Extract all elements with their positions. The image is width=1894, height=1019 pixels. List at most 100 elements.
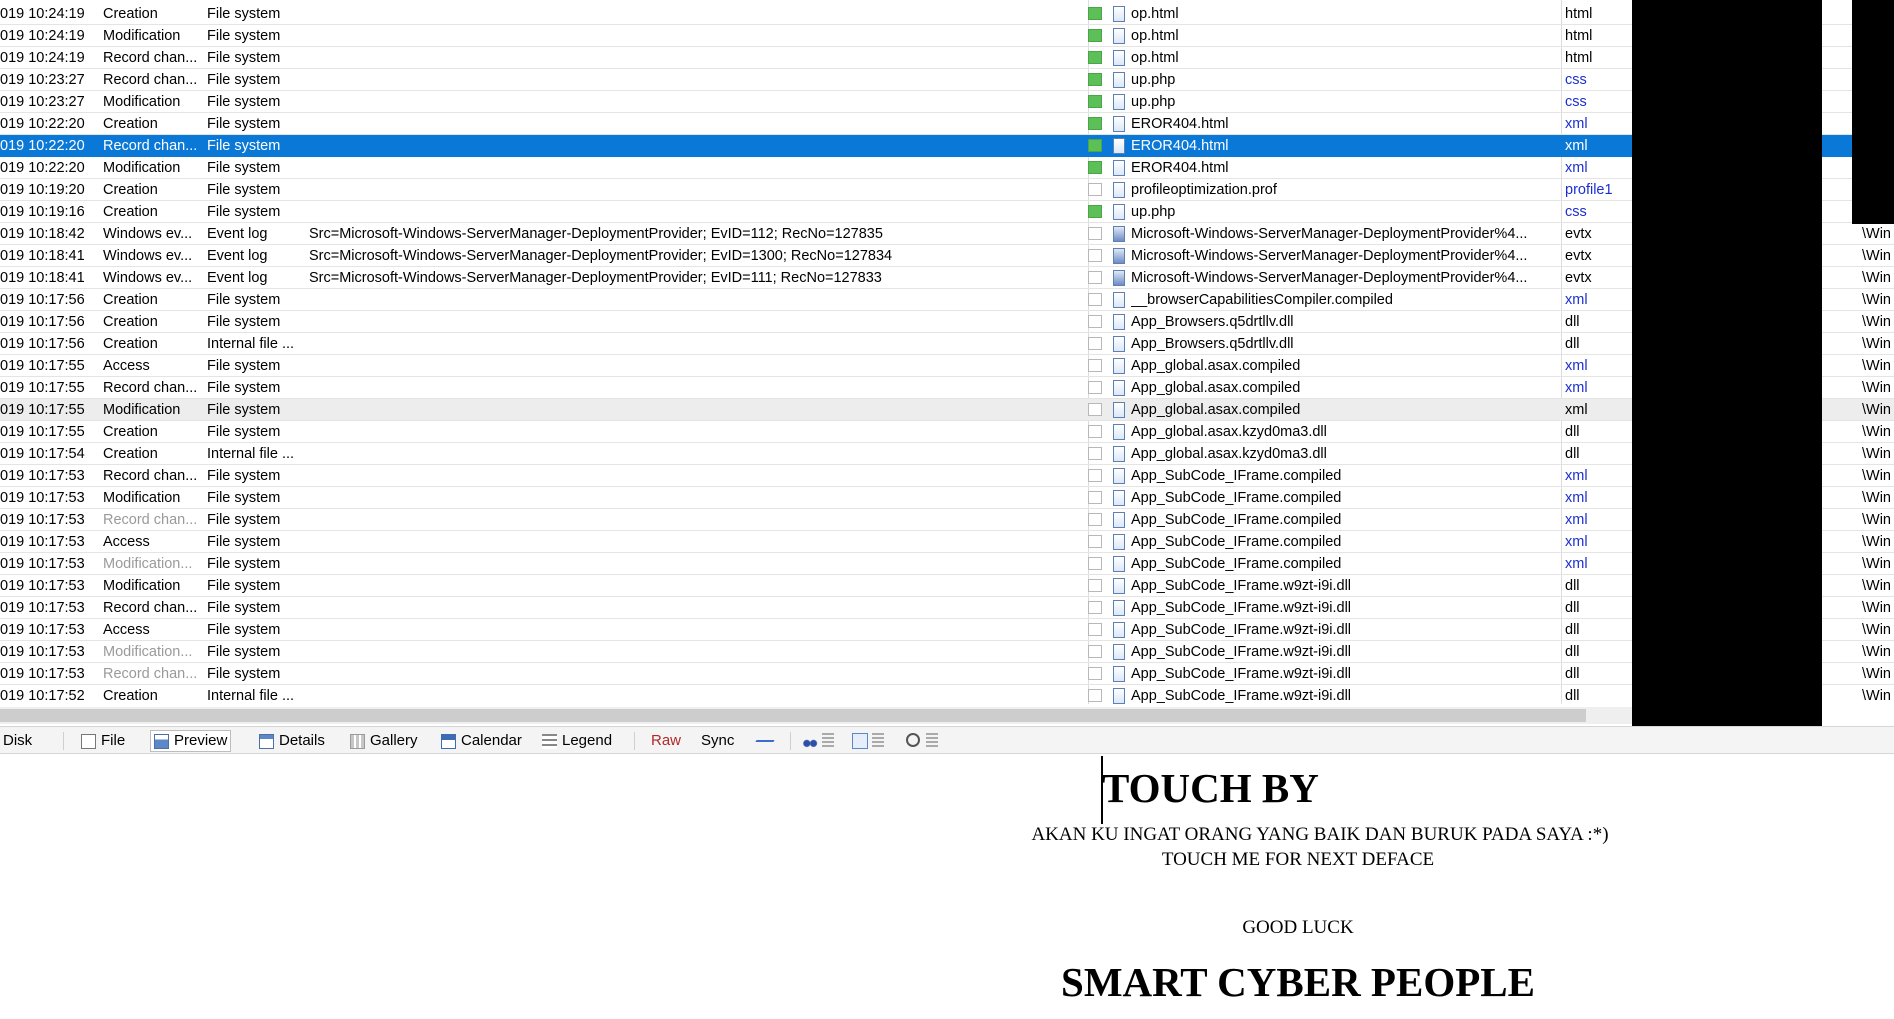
row-checkbox[interactable] bbox=[1088, 315, 1102, 328]
table-row[interactable]: 019 10:17:53 Modification File system App_S… bbox=[0, 487, 1894, 509]
sync-toggle[interactable]: Sync bbox=[698, 730, 737, 752]
table-row[interactable]: 019 10:22:20 Modification File system EROR4… bbox=[0, 157, 1894, 179]
list-options-icon[interactable] bbox=[872, 733, 884, 749]
table-row[interactable]: 019 10:17:56 Creation File system App_Brows… bbox=[0, 311, 1894, 333]
table-row[interactable]: 019 10:17:55 Creation File system App_globa… bbox=[0, 421, 1894, 443]
row-checkbox[interactable] bbox=[1088, 491, 1102, 504]
list-options-icon[interactable] bbox=[822, 733, 834, 749]
row-checkbox[interactable] bbox=[1088, 359, 1102, 372]
table-row[interactable]: 019 10:17:53 Record chan... File system App… bbox=[0, 663, 1894, 685]
filename-cell: App_Browsers.q5drtllv.dll bbox=[1131, 336, 1294, 352]
table-row[interactable]: 019 10:17:53 Access File system App_SubCode… bbox=[0, 619, 1894, 641]
table-row[interactable]: 019 10:17:53 Record chan... File system App… bbox=[0, 465, 1894, 487]
tab-preview[interactable]: Preview bbox=[150, 730, 232, 752]
row-checkbox[interactable] bbox=[1088, 95, 1102, 108]
table-row[interactable]: 019 10:24:19 Creation File system op.html ht… bbox=[0, 3, 1894, 25]
row-checkbox[interactable] bbox=[1088, 535, 1102, 548]
filename-cell: up.php bbox=[1131, 204, 1176, 220]
row-checkbox[interactable] bbox=[1088, 139, 1102, 152]
table-row[interactable]: 019 10:23:27 Modification File system up.ph… bbox=[0, 91, 1894, 113]
row-checkbox[interactable] bbox=[1088, 73, 1102, 86]
table-row[interactable]: 019 10:17:53 Record chan... File system App… bbox=[0, 597, 1894, 619]
row-checkbox[interactable] bbox=[1088, 645, 1102, 658]
description-cell bbox=[309, 25, 1089, 47]
row-checkbox[interactable] bbox=[1088, 249, 1102, 262]
table-row[interactable]: 019 10:17:56 Creation Internal file ... App… bbox=[0, 333, 1894, 355]
type-cell: Record chan... bbox=[103, 50, 198, 66]
table-row[interactable]: 019 10:24:19 Record chan... File system op.… bbox=[0, 47, 1894, 69]
table-row[interactable]: 019 10:18:42 Windows ev... Event log Src=Mi… bbox=[0, 223, 1894, 245]
gear-icon[interactable] bbox=[906, 733, 920, 747]
arrow-icon[interactable] bbox=[755, 733, 779, 742]
row-checkbox[interactable] bbox=[1088, 469, 1102, 482]
table-row[interactable]: 019 10:19:16 Creation File system up.php css bbox=[0, 201, 1894, 223]
table-row[interactable]: 019 10:17:55 Record chan... File system App… bbox=[0, 377, 1894, 399]
source-cell: File system bbox=[207, 292, 281, 308]
row-checkbox[interactable] bbox=[1088, 513, 1102, 526]
row-checkbox[interactable] bbox=[1088, 337, 1102, 350]
copy-icon[interactable] bbox=[852, 733, 868, 749]
type-cell: Windows ev... bbox=[103, 226, 193, 242]
row-checkbox[interactable] bbox=[1088, 227, 1102, 240]
table-row[interactable]: 019 10:17:53 Record chan... File system App… bbox=[0, 509, 1894, 531]
table-row[interactable]: 019 10:17:53 Access File system App_SubCode… bbox=[0, 531, 1894, 553]
table-row[interactable]: 019 10:17:52 Creation Internal file ... App… bbox=[0, 685, 1894, 704]
row-checkbox[interactable] bbox=[1088, 579, 1102, 592]
table-row[interactable]: 019 10:17:54 Creation Internal file ... App… bbox=[0, 443, 1894, 465]
table-row[interactable]: 019 10:17:53 Modification... File system Ap… bbox=[0, 553, 1894, 575]
row-checkbox[interactable] bbox=[1088, 7, 1102, 20]
source-cell: File system bbox=[207, 72, 281, 88]
tab-details[interactable]: Details bbox=[256, 730, 328, 752]
table-row[interactable]: 019 10:17:53 Modification... File system Ap… bbox=[0, 641, 1894, 663]
row-checkbox[interactable] bbox=[1088, 51, 1102, 64]
tab-gallery[interactable]: Gallery bbox=[347, 730, 421, 752]
row-checkbox[interactable] bbox=[1088, 557, 1102, 570]
tab-legend[interactable]: Legend bbox=[539, 730, 615, 752]
tab-disk[interactable]: Disk bbox=[0, 730, 35, 752]
row-checkbox[interactable] bbox=[1088, 425, 1102, 438]
binoculars-icon[interactable] bbox=[802, 733, 818, 749]
path-cell: \Win bbox=[1862, 468, 1891, 484]
row-checkbox[interactable] bbox=[1088, 689, 1102, 702]
table-row[interactable]: 019 10:17:55 Modification File system App_g… bbox=[0, 399, 1894, 421]
table-row[interactable]: 019 10:17:56 Creation File system __browser… bbox=[0, 289, 1894, 311]
extension-cell: evtx bbox=[1565, 226, 1592, 242]
row-checkbox[interactable] bbox=[1088, 601, 1102, 614]
row-checkbox[interactable] bbox=[1088, 205, 1102, 218]
row-checkbox[interactable] bbox=[1088, 381, 1102, 394]
tab-file[interactable]: File bbox=[78, 730, 128, 752]
row-checkbox[interactable] bbox=[1088, 623, 1102, 636]
row-checkbox[interactable] bbox=[1088, 161, 1102, 174]
row-checkbox[interactable] bbox=[1088, 403, 1102, 416]
source-cell: File system bbox=[207, 468, 281, 484]
raw-toggle[interactable]: Raw bbox=[648, 730, 684, 752]
tab-calendar[interactable]: Calendar bbox=[438, 730, 525, 752]
horizontal-scrollbar[interactable] bbox=[0, 707, 1632, 724]
row-checkbox[interactable] bbox=[1088, 117, 1102, 130]
table-row[interactable]: 019 10:24:19 Modification File system op.ht… bbox=[0, 25, 1894, 47]
table-row[interactable]: 019 10:22:20 Record chan... File system ERO… bbox=[0, 135, 1894, 157]
table-row[interactable]: 019 10:23:27 Record chan... File system up.… bbox=[0, 69, 1894, 91]
row-checkbox[interactable] bbox=[1088, 271, 1102, 284]
row-checkbox[interactable] bbox=[1088, 183, 1102, 196]
type-cell: Creation bbox=[103, 182, 158, 198]
date-cell: 019 10:17:55 bbox=[0, 380, 85, 396]
row-checkbox[interactable] bbox=[1088, 447, 1102, 460]
list-options-icon[interactable] bbox=[926, 733, 938, 749]
row-checkbox[interactable] bbox=[1088, 29, 1102, 42]
row-checkbox[interactable] bbox=[1088, 667, 1102, 680]
filename-cell: EROR404.html bbox=[1131, 116, 1229, 132]
table-row[interactable]: 019 10:19:20 Creation File system profileop… bbox=[0, 179, 1894, 201]
table-row[interactable]: 019 10:17:55 Access File system App_global.… bbox=[0, 355, 1894, 377]
table-row[interactable]: 019 10:17:53 Modification File system App_S… bbox=[0, 575, 1894, 597]
row-checkbox[interactable] bbox=[1088, 293, 1102, 306]
calendar-icon bbox=[441, 733, 456, 749]
table-row[interactable]: 019 10:22:20 Creation File system EROR404.h… bbox=[0, 113, 1894, 135]
table-row[interactable]: 019 10:18:41 Windows ev... Event log Src=Mi… bbox=[0, 267, 1894, 289]
scrollbar-thumb[interactable] bbox=[0, 709, 1586, 722]
date-cell: 019 10:17:53 bbox=[0, 512, 85, 528]
description-cell bbox=[309, 91, 1089, 113]
file-icon bbox=[1113, 138, 1125, 154]
timeline-grid[interactable]: 019 10:24:19 Creation File system op.html ht… bbox=[0, 0, 1894, 704]
table-row[interactable]: 019 10:18:41 Windows ev... Event log Src=Mi… bbox=[0, 245, 1894, 267]
